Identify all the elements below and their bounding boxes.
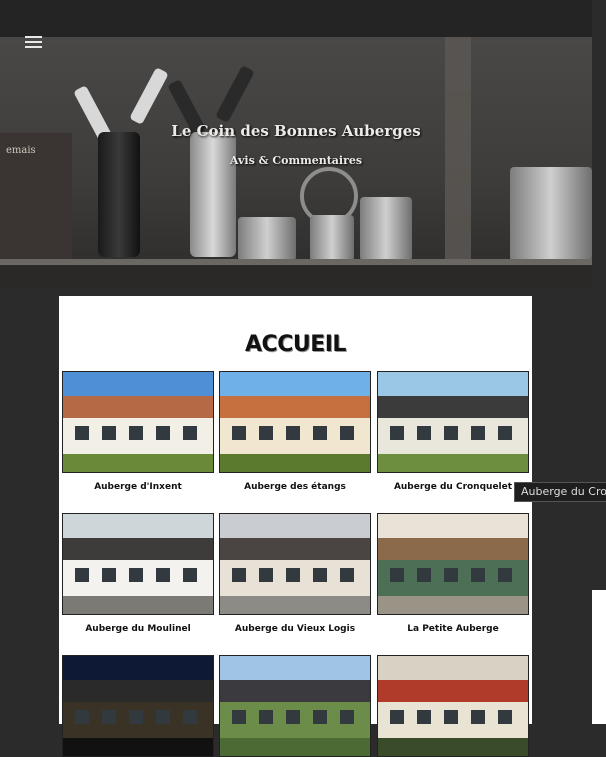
- top-bar: [0, 0, 592, 37]
- auberge-photo[interactable]: [219, 371, 371, 473]
- auberge-photo[interactable]: [377, 655, 529, 757]
- tooltip: Auberge du Cronquelet: [514, 482, 606, 502]
- hero-decor-nozzle: [129, 67, 169, 125]
- auberge-name[interactable]: Auberge du Moulinel: [62, 624, 214, 634]
- hero-decor-nozzle: [215, 65, 255, 123]
- site-title[interactable]: Le Coin des Bonnes Auberges: [0, 122, 592, 140]
- site-subtitle: Avis & Commentaires: [229, 154, 363, 167]
- hero-decor-pot: [510, 167, 592, 261]
- auberge-name[interactable]: La Petite Auberge: [377, 624, 529, 634]
- hero-decor-siphon-dark: [98, 132, 140, 257]
- hero-decor-siphon-steel: [190, 132, 236, 257]
- auberge-photo[interactable]: [62, 371, 214, 473]
- auberge-photo[interactable]: [219, 655, 371, 757]
- hero-decor-pot: [360, 197, 412, 261]
- hero-decor-pot: [238, 217, 296, 261]
- auberge-photo[interactable]: [377, 513, 529, 615]
- auberge-name[interactable]: Auberge du Cronquelet: [377, 482, 529, 492]
- tooltip-container: Auberge du Cronquelet: [514, 480, 606, 502]
- auberge-photo[interactable]: [377, 371, 529, 473]
- hamburger-menu-icon[interactable]: [25, 36, 42, 48]
- main-content: ACCUEIL Auberge d'Inxent Auberge des étan…: [59, 296, 532, 757]
- auberge-name[interactable]: Auberge d'Inxent: [62, 482, 214, 492]
- hero-decor-pot: [310, 215, 354, 261]
- page-title: ACCUEIL: [245, 332, 346, 357]
- auberge-name[interactable]: Auberge des étangs: [219, 482, 371, 492]
- hero-decor-shelf-front: [0, 265, 592, 287]
- auberge-photo[interactable]: [62, 655, 214, 757]
- auberge-photo[interactable]: [219, 513, 371, 615]
- auberge-photo[interactable]: [62, 513, 214, 615]
- auberge-name[interactable]: Auberge du Vieux Logis: [219, 624, 371, 634]
